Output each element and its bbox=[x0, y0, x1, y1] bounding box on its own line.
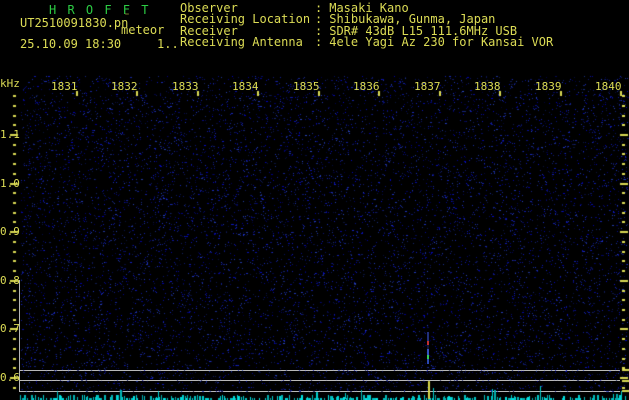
app-logo: H R O F F T bbox=[49, 3, 151, 17]
y-tick-label: 1.1 bbox=[0, 128, 20, 141]
station-info-block: Observer: Masaki Kano Receiving Location: S… bbox=[180, 2, 554, 49]
spectrogram-canvas bbox=[0, 0, 629, 400]
y-axis-unit-label: kHz bbox=[0, 77, 20, 90]
x-tick-label: 1840 bbox=[595, 80, 622, 93]
y-tick-label: 0.8 bbox=[0, 274, 20, 287]
station-info-row: Receiving Antenna:4ele Yagi Az 230 for K… bbox=[180, 34, 554, 49]
y-tick-label: 0.6 bbox=[0, 371, 20, 384]
x-tick-label: 1837 bbox=[414, 80, 441, 93]
info-label: Receiving Antenna bbox=[180, 34, 303, 49]
x-tick-label: 1833 bbox=[172, 80, 199, 93]
echo-counter: 1.. bbox=[157, 37, 179, 51]
x-tick-label: 1839 bbox=[535, 80, 562, 93]
y-tick-label: 0.7 bbox=[0, 322, 20, 335]
meteor-echo-streak bbox=[427, 332, 429, 364]
output-filename: UT2510091830.pn bbox=[20, 16, 129, 30]
datetime-label: 25.10.09 18:30 bbox=[20, 37, 122, 51]
x-tick-label: 1834 bbox=[232, 80, 259, 93]
hrofft-screen: H R O F F T UT2510091830.pn ¨ meteor 25.… bbox=[0, 0, 629, 400]
x-tick-label: 1835 bbox=[293, 80, 320, 93]
meteor-mode-label: meteor bbox=[121, 23, 165, 37]
info-value: 4ele Yagi Az 230 for Kansai VOR bbox=[329, 34, 554, 49]
x-tick-label: 1838 bbox=[474, 80, 501, 93]
x-tick-label: 1831 bbox=[51, 80, 78, 93]
x-tick-label: 1832 bbox=[111, 80, 138, 93]
y-tick-label: 0.9 bbox=[0, 225, 20, 238]
x-tick-label: 1836 bbox=[353, 80, 380, 93]
y-tick-label: 1.0 bbox=[0, 177, 20, 190]
